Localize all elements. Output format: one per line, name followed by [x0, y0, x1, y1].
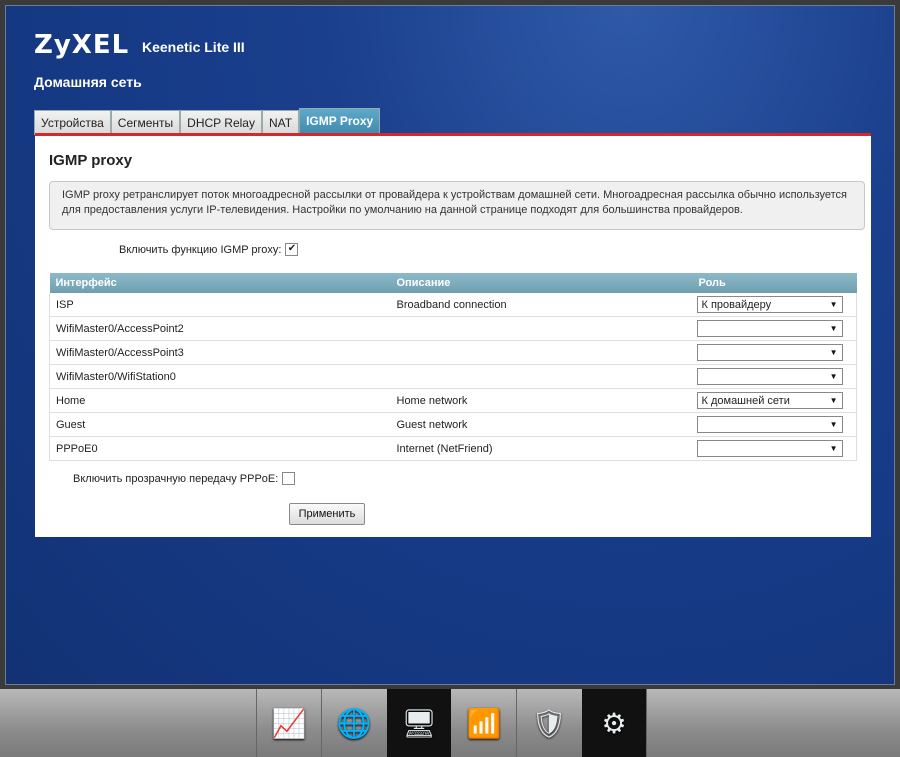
- role-cell: ▼: [692, 436, 857, 461]
- tab-bar: Устройства Сегменты DHCP Relay NAT IGMP …: [34, 108, 381, 135]
- role-cell: ▼: [692, 316, 857, 341]
- tab-segments[interactable]: Сегменты: [110, 110, 181, 135]
- table-row: PPPoE0 Internet (NetFriend) ▼: [49, 436, 857, 461]
- dock-internet[interactable]: 🌐: [322, 689, 386, 757]
- tab-igmp-proxy[interactable]: IGMP Proxy: [299, 108, 381, 135]
- tab-nat[interactable]: NAT: [261, 110, 300, 135]
- role-cell: К провайдеру ▼: [692, 293, 857, 317]
- role-cell: К домашней сети ▼: [692, 388, 857, 413]
- role-select-value: К домашней сети: [701, 394, 790, 407]
- role-select[interactable]: ▼: [696, 344, 843, 361]
- header-description: Описание: [390, 273, 693, 293]
- enable-igmp-checkbox[interactable]: ✔: [285, 243, 299, 256]
- dock-home-network[interactable]: 🖥: [387, 689, 451, 757]
- role-select[interactable]: ▼: [696, 320, 843, 337]
- description-cell: [390, 340, 693, 365]
- chevron-down-icon: ▼: [829, 372, 838, 381]
- header-role: Роль: [692, 273, 857, 293]
- enable-igmp-row: Включить функцию IGMP proxy: ✔: [119, 243, 299, 256]
- role-cell: ▼: [692, 364, 857, 389]
- chevron-down-icon: ▼: [829, 420, 838, 429]
- dock-separator: [646, 689, 647, 757]
- table-row: Home Home network К домашней сети ▼: [49, 388, 857, 413]
- interface-cell: PPPoE0: [49, 436, 391, 461]
- interface-cell: WifiMaster0/WifiStation0: [49, 364, 391, 389]
- pppoe-passthrough-checkbox[interactable]: [282, 472, 296, 485]
- role-select[interactable]: ▼: [696, 368, 843, 385]
- bottom-dock: 📈 🌐 🖥 📶 🛡 ⚙: [0, 689, 900, 757]
- dock-security[interactable]: 🛡: [517, 689, 581, 757]
- network-icon: 🖥: [401, 707, 437, 739]
- chevron-down-icon: ▼: [829, 324, 838, 333]
- monitor-icon: 📈: [271, 707, 307, 739]
- main-frame: ZyXEL Keenetic Lite III Домашняя сеть Ус…: [5, 5, 895, 685]
- dock-wifi[interactable]: 📶: [452, 689, 516, 757]
- info-box: IGMP proxy ретранслирует поток многоадре…: [49, 181, 865, 230]
- tab-dhcp-relay[interactable]: DHCP Relay: [180, 110, 262, 135]
- description-cell: Broadband connection: [390, 293, 693, 317]
- pppoe-passthrough-label: Включить прозрачную передачу PPPoE:: [73, 472, 279, 485]
- interfaces-table: Интерфейс Описание Роль ISP Broadband co…: [49, 273, 857, 461]
- table-row: WifiMaster0/WifiStation0 ▼: [49, 364, 857, 389]
- table-header-row: Интерфейс Описание Роль: [49, 273, 857, 293]
- enable-igmp-label: Включить функцию IGMP proxy:: [119, 243, 282, 256]
- role-select[interactable]: ▼: [696, 440, 843, 457]
- chevron-down-icon: ▼: [829, 396, 838, 405]
- interface-cell: Home: [49, 388, 391, 413]
- description-cell: [390, 364, 693, 389]
- header-interface: Интерфейс: [49, 273, 391, 293]
- role-select-value: К провайдеру: [701, 298, 772, 311]
- chevron-down-icon: ▼: [829, 300, 838, 309]
- chevron-down-icon: ▼: [829, 348, 838, 357]
- dock-monitor[interactable]: 📈: [257, 689, 321, 757]
- description-cell: [390, 316, 693, 341]
- gear-icon: ⚙: [601, 707, 627, 739]
- pppoe-passthrough-row: Включить прозрачную передачу PPPoE:: [73, 472, 296, 485]
- interface-cell: WifiMaster0/AccessPoint2: [49, 316, 391, 341]
- shield-icon: 🛡: [531, 707, 567, 739]
- dock-system[interactable]: ⚙: [582, 689, 646, 757]
- table-row: Guest Guest network ▼: [49, 412, 857, 437]
- interface-cell: ISP: [49, 293, 391, 317]
- brand-logo: ZyXEL: [34, 30, 130, 60]
- role-cell: ▼: [692, 412, 857, 437]
- role-select[interactable]: ▼: [696, 416, 843, 433]
- role-cell: ▼: [692, 340, 857, 365]
- globe-icon: 🌐: [336, 707, 372, 739]
- tab-devices[interactable]: Устройства: [34, 110, 111, 135]
- description-cell: Internet (NetFriend): [390, 436, 693, 461]
- signal-bars-icon: 📶: [466, 707, 502, 739]
- table-row: WifiMaster0/AccessPoint2 ▼: [49, 316, 857, 341]
- interface-cell: WifiMaster0/AccessPoint3: [49, 340, 391, 365]
- apply-button[interactable]: Применить: [289, 503, 365, 525]
- panel-title: IGMP proxy: [49, 152, 133, 169]
- model-name: Keenetic Lite III: [142, 39, 245, 55]
- description-cell: Home network: [390, 388, 693, 413]
- role-select[interactable]: К домашней сети ▼: [696, 392, 843, 409]
- igmp-proxy-panel: IGMP proxy IGMP proxy ретранслирует пото…: [35, 133, 871, 537]
- description-cell: Guest network: [390, 412, 693, 437]
- interface-cell: Guest: [49, 412, 391, 437]
- role-select[interactable]: К провайдеру ▼: [696, 296, 843, 313]
- chevron-down-icon: ▼: [829, 444, 838, 453]
- table-row: ISP Broadband connection К провайдеру ▼: [49, 293, 857, 317]
- table-row: WifiMaster0/AccessPoint3 ▼: [49, 340, 857, 365]
- page-title: Домашняя сеть: [34, 74, 142, 90]
